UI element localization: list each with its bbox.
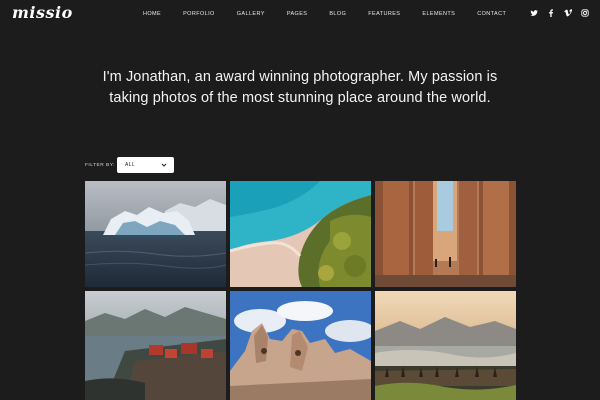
instagram-icon[interactable] (581, 9, 589, 17)
photo-coastal-village[interactable] (85, 291, 226, 400)
nav-features[interactable]: FEATURES (368, 11, 400, 17)
photo-iceberg[interactable] (85, 181, 226, 287)
photo-rock-formations[interactable] (230, 291, 371, 400)
nav-portfolio[interactable]: PORFOLIO (183, 11, 215, 17)
nav-contact[interactable]: CONTACT (477, 11, 506, 17)
twitter-icon[interactable] (530, 9, 538, 17)
nav-pages[interactable]: PAGES (287, 11, 308, 17)
intro-line-2: taking photos of the most stunning place… (109, 90, 491, 106)
nav-gallery[interactable]: GALLERY (237, 11, 265, 17)
site-header: missio HOME PORFOLIO GALLERY PAGES BLOG … (0, 0, 600, 30)
chevron-down-icon (161, 163, 167, 167)
main-nav: HOME PORFOLIO GALLERY PAGES BLOG FEATURE… (143, 11, 528, 17)
nav-blog[interactable]: BLOG (329, 11, 346, 17)
vimeo-icon[interactable] (564, 9, 572, 17)
nav-home[interactable]: HOME (143, 11, 161, 17)
nav-elements[interactable]: ELEMENTS (422, 11, 455, 17)
photo-aerial-beach[interactable] (230, 181, 371, 287)
intro-line-1: I'm Jonathan, an award winning photograp… (102, 69, 498, 85)
filter-selected-value: ALL (125, 162, 136, 168)
facebook-icon[interactable] (547, 9, 555, 17)
intro-text: I'm Jonathan, an award winning photograp… (0, 67, 600, 109)
filter-select[interactable]: ALL (117, 157, 174, 173)
photo-city-viewpoint[interactable] (375, 291, 516, 400)
social-links (530, 9, 589, 17)
photo-gallery (85, 181, 516, 400)
site-logo[interactable]: missio (12, 3, 73, 22)
photo-temple-columns[interactable] (375, 181, 516, 287)
filter-label: FILTER BY: (85, 163, 115, 168)
